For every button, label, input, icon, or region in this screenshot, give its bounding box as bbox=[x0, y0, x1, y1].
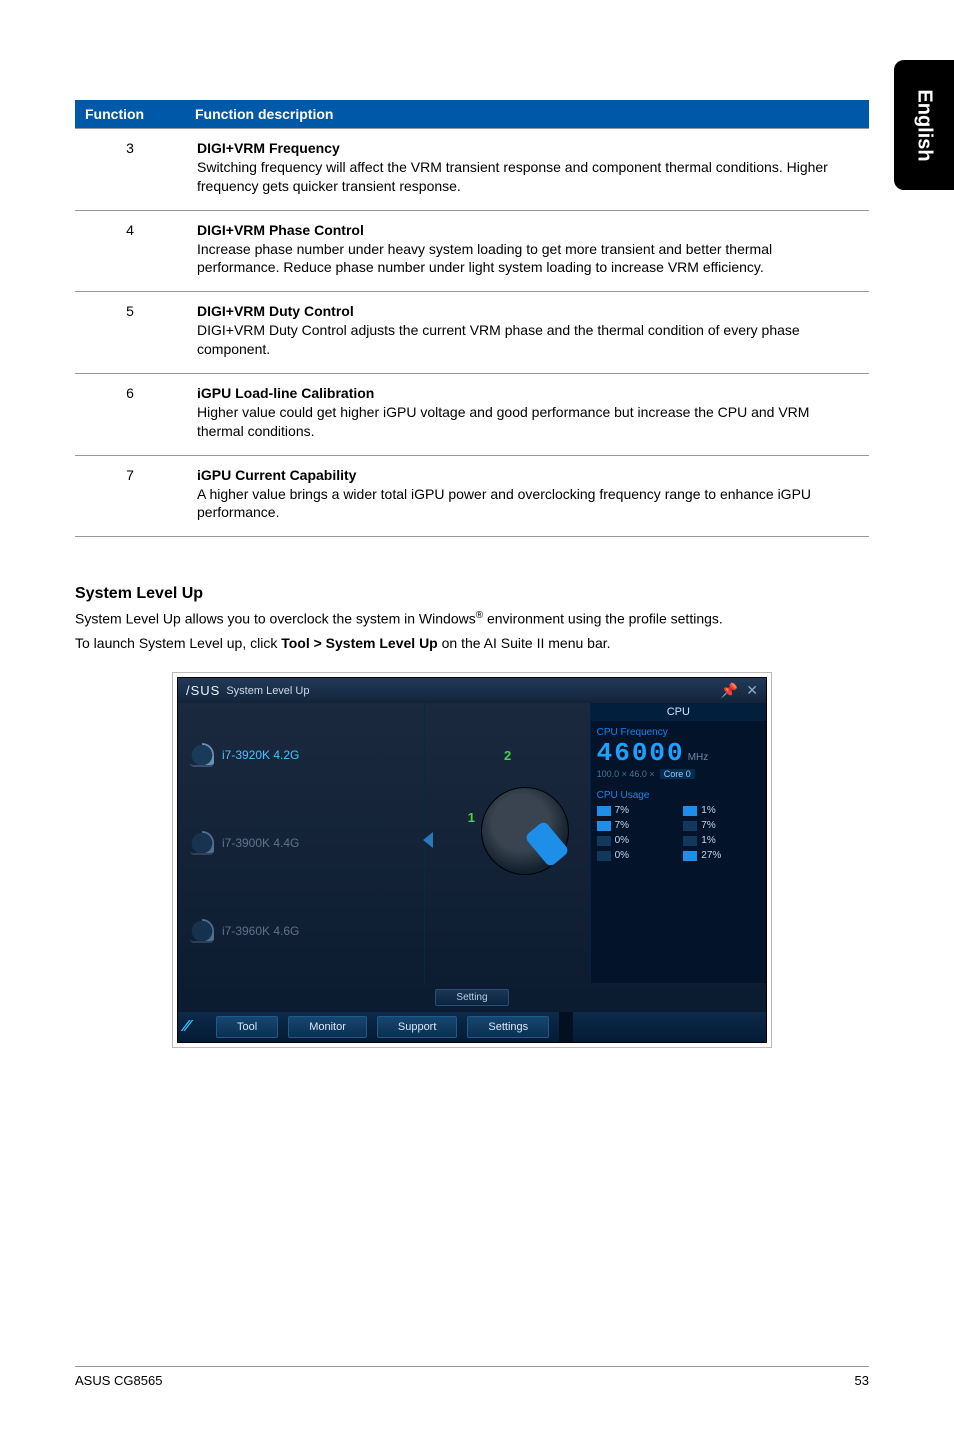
asus-mark-icon: ⁄⁄ bbox=[184, 1016, 206, 1038]
row-num: 4 bbox=[75, 210, 185, 292]
table-row: 3 DIGI+VRM Frequency Switching frequency… bbox=[75, 129, 869, 211]
menu-bar: ⁄⁄ Tool Monitor Support Settings bbox=[178, 1012, 766, 1042]
row-desc: DIGI+VRM Phase Control Increase phase nu… bbox=[185, 210, 869, 292]
row-desc: iGPU Load-line Calibration Higher value … bbox=[185, 374, 869, 456]
close-icon[interactable]: ✕ bbox=[746, 682, 758, 699]
profile-item[interactable]: i7-3960K 4.6G bbox=[190, 919, 412, 943]
window-title: System Level Up bbox=[226, 685, 309, 697]
knob-area: 1 2 3 bbox=[425, 703, 590, 983]
setting-button[interactable]: Setting bbox=[435, 989, 508, 1006]
support-menu[interactable]: Support bbox=[377, 1016, 458, 1038]
row-title: iGPU Current Capability bbox=[197, 467, 356, 483]
setting-row: Setting bbox=[178, 983, 766, 1012]
system-level-up-window: /SUS System Level Up 📌 ✕ i7-3920K 4.2G bbox=[177, 677, 767, 1043]
table-row: 6 iGPU Load-line Calibration Higher valu… bbox=[75, 374, 869, 456]
row-title: iGPU Load-line Calibration bbox=[197, 385, 374, 401]
row-desc: iGPU Current Capability A higher value b… bbox=[185, 455, 869, 537]
menu-path: Tool > System Level Up bbox=[281, 635, 438, 651]
page-number: 53 bbox=[855, 1373, 869, 1388]
cpu-frequency-unit: MHz bbox=[688, 752, 709, 763]
section-heading: System Level Up bbox=[75, 585, 869, 603]
table-row: 7 iGPU Current Capability A higher value… bbox=[75, 455, 869, 537]
row-desc: DIGI+VRM Frequency Switching frequency w… bbox=[185, 129, 869, 211]
tool-menu[interactable]: Tool bbox=[216, 1016, 278, 1038]
usage-bar-icon bbox=[597, 851, 611, 861]
profile-label: i7-3920K 4.2G bbox=[222, 748, 299, 762]
usage-bar-icon bbox=[597, 806, 611, 816]
row-desc: DIGI+VRM Duty Control DIGI+VRM Duty Cont… bbox=[185, 292, 869, 374]
usage-cell: 7% bbox=[597, 820, 674, 831]
table-row: 4 DIGI+VRM Phase Control Increase phase … bbox=[75, 210, 869, 292]
row-title: DIGI+VRM Phase Control bbox=[197, 222, 364, 238]
core-badge: Core 0 bbox=[660, 769, 695, 779]
gauge-icon bbox=[190, 831, 214, 855]
cpu-frequency-value: 46000 bbox=[597, 738, 685, 768]
usage-cell: 7% bbox=[597, 805, 674, 816]
profile-item[interactable]: i7-3920K 4.2G bbox=[190, 743, 412, 767]
cpu-frequency-label: CPU Frequency bbox=[597, 727, 760, 738]
profile-item[interactable]: i7-3900K 4.4G bbox=[190, 831, 412, 855]
row-num: 3 bbox=[75, 129, 185, 211]
footer-model: ASUS CG8565 bbox=[75, 1373, 162, 1388]
cpu-tab[interactable]: CPU bbox=[591, 703, 766, 721]
table-row: 5 DIGI+VRM Duty Control DIGI+VRM Duty Co… bbox=[75, 292, 869, 374]
knob-mark-1: 1 bbox=[468, 810, 475, 825]
settings-menu[interactable]: Settings bbox=[467, 1016, 549, 1038]
right-fade bbox=[559, 1012, 573, 1042]
knob-mark-2: 2 bbox=[504, 748, 511, 763]
language-label: English bbox=[913, 89, 936, 161]
row-text: Switching frequency will affect the VRM … bbox=[197, 159, 828, 194]
usage-bar-icon bbox=[683, 821, 697, 831]
usage-cell: 0% bbox=[597, 835, 674, 846]
row-title: DIGI+VRM Frequency bbox=[197, 140, 340, 156]
row-text: DIGI+VRM Duty Control adjusts the curren… bbox=[197, 322, 800, 357]
section-paragraph-2: To launch System Level up, click Tool > … bbox=[75, 634, 869, 654]
profile-label: i7-3900K 4.4G bbox=[222, 836, 299, 850]
monitor-menu[interactable]: Monitor bbox=[288, 1016, 367, 1038]
usage-bar-icon bbox=[597, 821, 611, 831]
titlebar: /SUS System Level Up 📌 ✕ bbox=[178, 678, 766, 703]
col-function: Function bbox=[75, 100, 185, 129]
prev-arrow-icon[interactable] bbox=[423, 832, 433, 848]
cpu-frequency-formula: 100.0 × 46.0 × bbox=[597, 769, 655, 779]
usage-bar-icon bbox=[597, 836, 611, 846]
usage-cell: 27% bbox=[683, 850, 760, 861]
usage-bar-icon bbox=[683, 836, 697, 846]
row-text: Higher value could get higher iGPU volta… bbox=[197, 404, 809, 439]
row-text: A higher value brings a wider total iGPU… bbox=[197, 486, 811, 521]
cpu-usage-label: CPU Usage bbox=[597, 790, 760, 801]
row-num: 7 bbox=[75, 455, 185, 537]
function-table: Function Function description 3 DIGI+VRM… bbox=[75, 100, 869, 537]
usage-bar-icon bbox=[683, 806, 697, 816]
stats-panel: CPU CPU Frequency 46000 MHz 100.0 × 46.0… bbox=[590, 703, 766, 983]
brand-logo: /SUS bbox=[186, 683, 220, 698]
row-title: DIGI+VRM Duty Control bbox=[197, 303, 354, 319]
row-num: 6 bbox=[75, 374, 185, 456]
usage-cell: 7% bbox=[683, 820, 760, 831]
row-text: Increase phase number under heavy system… bbox=[197, 241, 772, 276]
usage-cell: 0% bbox=[597, 850, 674, 861]
page-footer: ASUS CG8565 53 bbox=[75, 1366, 869, 1388]
gauge-icon bbox=[190, 919, 214, 943]
usage-cell: 1% bbox=[683, 805, 760, 816]
row-num: 5 bbox=[75, 292, 185, 374]
col-description: Function description bbox=[185, 100, 869, 129]
section-paragraph-1: System Level Up allows you to overclock … bbox=[75, 609, 869, 629]
level-knob[interactable] bbox=[481, 787, 569, 875]
gauge-icon bbox=[190, 743, 214, 767]
pin-icon[interactable]: 📌 bbox=[721, 682, 738, 699]
cpu-usage-grid: 7% 1% 7% 7% 0% 1% 0% 27% bbox=[597, 805, 760, 861]
profile-list: i7-3920K 4.2G i7-3900K 4.4G i7-3960K 4.6… bbox=[178, 703, 425, 983]
knob-handle-icon bbox=[524, 821, 570, 868]
usage-cell: 1% bbox=[683, 835, 760, 846]
profile-label: i7-3960K 4.6G bbox=[222, 924, 299, 938]
language-tab: English bbox=[894, 60, 954, 190]
reg-mark: ® bbox=[476, 610, 483, 621]
usage-bar-icon bbox=[683, 851, 697, 861]
